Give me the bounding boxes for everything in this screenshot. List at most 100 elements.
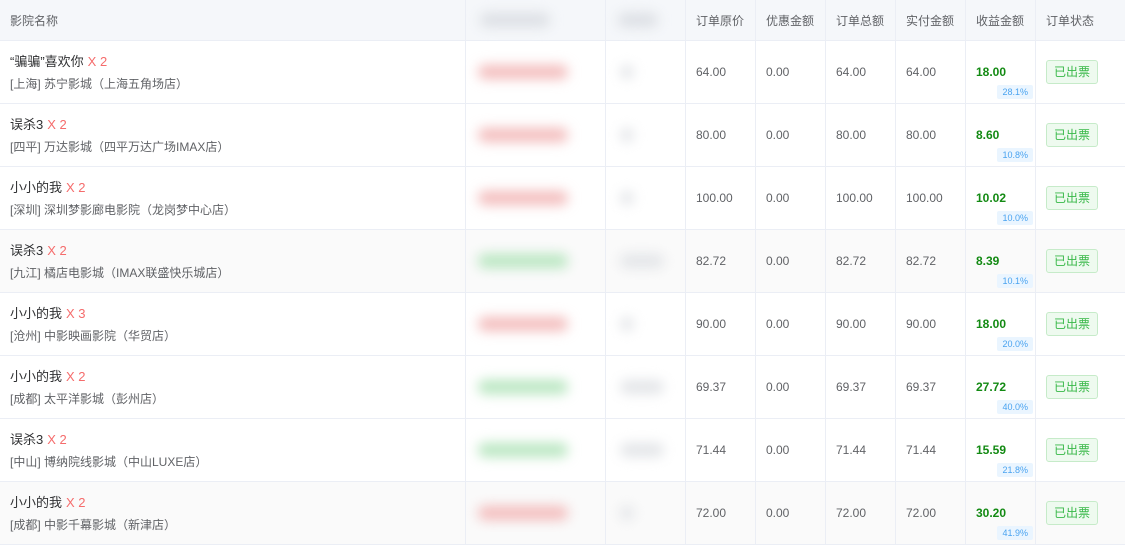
paid-amount: 64.00 — [906, 65, 937, 79]
table-row[interactable]: “骗骗”喜欢你 X 2 [上海] 苏宁影城（上海五角场店） 64.00 0.00 64.0… — [0, 41, 1125, 104]
orig-price-cell: 90.00 — [686, 293, 756, 355]
profit-amount: 15.59 — [976, 443, 1007, 457]
cinema-name-cell: 误杀3 X 2 [九江] 橘店电影城（IMAX联盛快乐城店） — [0, 230, 466, 292]
discount-cell: 0.00 — [756, 167, 826, 229]
profit-cell: 10.02 10.0% — [966, 167, 1036, 229]
cinema-name: [沧州] 中影映画影院（华贸店） — [10, 328, 177, 343]
cinema-name: [深圳] 深圳梦影廊电影院（龙岗梦中心店） — [10, 202, 237, 217]
paid-amount: 80.00 — [906, 128, 937, 142]
orig-price-cell: 71.44 — [686, 419, 756, 481]
discount-amount: 0.00 — [766, 128, 790, 142]
hidden-col-1-cell — [466, 230, 606, 292]
status-tag: 已出票 — [1046, 375, 1099, 399]
movie-title: 小小的我 — [10, 179, 63, 195]
cinema-name: [九江] 橘店电影城（IMAX联盛快乐城店） — [10, 265, 230, 280]
movie-line: 误杀3 X 2 — [10, 242, 67, 260]
status-cell: 已出票 — [1036, 293, 1125, 355]
profit-amount: 18.00 — [976, 317, 1007, 331]
discount-amount: 0.00 — [766, 191, 790, 205]
status-tag: 已出票 — [1046, 60, 1099, 84]
redacted-value — [620, 191, 634, 205]
discount-cell: 0.00 — [756, 356, 826, 418]
redacted-value — [478, 191, 568, 205]
paid-cell: 64.00 — [896, 41, 966, 103]
total-cell: 72.00 — [826, 482, 896, 544]
table-row[interactable]: 小小的我 X 2 [深圳] 深圳梦影廊电影院（龙岗梦中心店） 100.00 0.00 10… — [0, 167, 1125, 230]
header-hidden-col-1 — [466, 0, 606, 40]
table-row[interactable]: 小小的我 X 2 [成都] 中影千幕影城（新津店） 72.00 0.00 72.00 72.… — [0, 482, 1125, 545]
profit-cell: 18.00 20.0% — [966, 293, 1036, 355]
profit-cell: 8.39 10.1% — [966, 230, 1036, 292]
total-cell: 71.44 — [826, 419, 896, 481]
order-total: 69.37 — [836, 380, 867, 394]
order-total: 80.00 — [836, 128, 867, 142]
movie-line: 误杀3 X 2 — [10, 116, 67, 134]
orig-price: 82.72 — [696, 254, 727, 268]
paid-amount: 100.00 — [906, 191, 943, 205]
discount-amount: 0.00 — [766, 443, 790, 457]
header-discount: 优惠金额 — [756, 0, 826, 40]
table-row[interactable]: 误杀3 X 2 [九江] 橘店电影城（IMAX联盛快乐城店） 82.72 0.00 82.… — [0, 230, 1125, 293]
profit-rate-badge: 28.1% — [997, 85, 1033, 99]
paid-cell: 69.37 — [896, 356, 966, 418]
order-total: 64.00 — [836, 65, 867, 79]
profit-rate-badge: 40.0% — [997, 400, 1033, 414]
discount-cell: 0.00 — [756, 41, 826, 103]
table-row[interactable]: 小小的我 X 2 [成都] 太平洋影城（彭州店） 69.37 0.00 69.37 69.3… — [0, 356, 1125, 419]
orig-price: 80.00 — [696, 128, 727, 142]
cinema-name: [中山] 博纳院线影城（中山LUXE店） — [10, 454, 208, 469]
hidden-col-1-cell — [466, 167, 606, 229]
total-cell: 90.00 — [826, 293, 896, 355]
hidden-col-1-cell — [466, 356, 606, 418]
profit-amount: 30.20 — [976, 506, 1007, 520]
paid-cell: 90.00 — [896, 293, 966, 355]
movie-line: 小小的我 X 2 — [10, 179, 86, 197]
redacted-value — [620, 128, 634, 142]
discount-cell: 0.00 — [756, 293, 826, 355]
profit-cell: 30.20 41.9% — [966, 482, 1036, 544]
discount-cell: 0.00 — [756, 104, 826, 166]
profit-amount: 8.60 — [976, 128, 1000, 142]
redacted-value — [620, 506, 634, 520]
movie-line: 小小的我 X 3 — [10, 305, 86, 323]
header-total: 订单总额 — [826, 0, 896, 40]
total-cell: 64.00 — [826, 41, 896, 103]
redacted-value — [478, 254, 568, 268]
discount-cell: 0.00 — [756, 230, 826, 292]
order-total: 100.00 — [836, 191, 873, 205]
hidden-col-2-cell — [606, 482, 686, 544]
profit-amount: 10.02 — [976, 191, 1007, 205]
ticket-quantity: X 2 — [47, 431, 67, 447]
header-orig-price: 订单原价 — [686, 0, 756, 40]
movie-title: 小小的我 — [10, 494, 63, 510]
cinema-name: [成都] 太平洋影城（彭州店） — [10, 391, 165, 406]
cinema-name-cell: 误杀3 X 2 [四平] 万达影城（四平万达广场IMAX店） — [0, 104, 466, 166]
orig-price: 64.00 — [696, 65, 727, 79]
profit-cell: 18.00 28.1% — [966, 41, 1036, 103]
movie-title: 误杀3 — [10, 242, 44, 258]
paid-amount: 82.72 — [906, 254, 937, 268]
redacted-value — [478, 317, 568, 331]
cinema-name-cell: “骗骗”喜欢你 X 2 [上海] 苏宁影城（上海五角场店） — [0, 41, 466, 103]
orig-price: 71.44 — [696, 443, 727, 457]
status-tag: 已出票 — [1046, 186, 1099, 210]
paid-cell: 100.00 — [896, 167, 966, 229]
discount-amount: 0.00 — [766, 506, 790, 520]
orig-price-cell: 72.00 — [686, 482, 756, 544]
redacted-value — [620, 317, 634, 331]
header-status: 订单状态 — [1046, 13, 1095, 28]
table-row[interactable]: 小小的我 X 3 [沧州] 中影映画影院（华贸店） 90.00 0.00 90.00 90.… — [0, 293, 1125, 356]
table-row[interactable]: 误杀3 X 2 [四平] 万达影城（四平万达广场IMAX店） 80.00 0.00 80.… — [0, 104, 1125, 167]
redacted-value — [620, 65, 634, 79]
ticket-quantity: X 2 — [47, 116, 67, 132]
orig-price-cell: 64.00 — [686, 41, 756, 103]
profit-rate-badge: 10.8% — [997, 148, 1033, 162]
table-row[interactable]: 误杀3 X 2 [中山] 博纳院线影城（中山LUXE店） 71.44 0.00 71.44… — [0, 419, 1125, 482]
ticket-quantity: X 2 — [47, 242, 67, 258]
redacted-value — [478, 128, 568, 142]
cinema-name-cell: 小小的我 X 2 [成都] 中影千幕影城（新津店） — [0, 482, 466, 544]
movie-line: 误杀3 X 2 — [10, 431, 67, 449]
movie-title: 小小的我 — [10, 305, 63, 321]
redacted-value — [478, 380, 568, 394]
cinema-name: [四平] 万达影城（四平万达广场IMAX店） — [10, 139, 230, 154]
